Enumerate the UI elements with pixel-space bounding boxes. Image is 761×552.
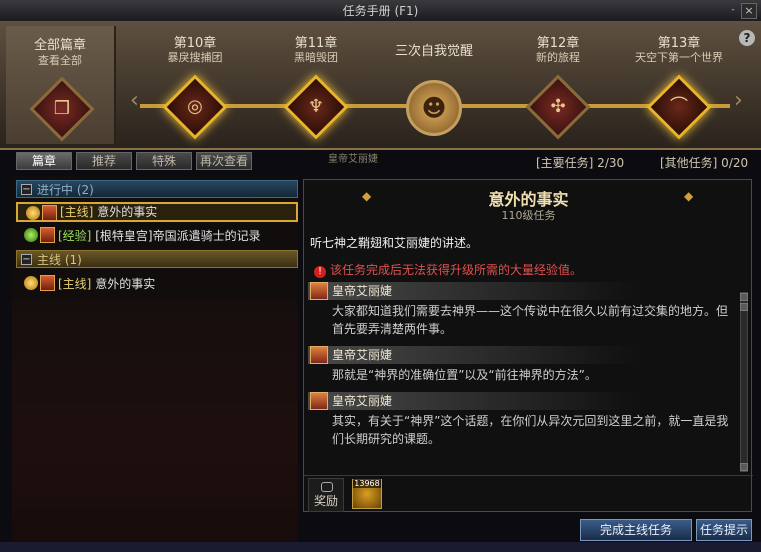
header-overlay-text: 皇帝艾丽婕 [328, 154, 378, 165]
quest-tag: [主线] [60, 205, 94, 219]
chapter-11-node[interactable]: ♆ [283, 74, 349, 140]
warning-text: 该任务完成后无法获得升级所需的大量经验值。 [330, 263, 583, 277]
dialog-text: 那就是“神界的准确位置”以及“前往神界的方法”。 [332, 368, 597, 382]
awakening-medal-icon[interactable]: ☻ [406, 80, 462, 136]
group-main[interactable]: − 主线 (1) [16, 250, 298, 268]
quest-level: 110级任务 [501, 209, 556, 222]
group-in-progress[interactable]: − 进行中 (2) [16, 180, 298, 198]
chapter-13-sub: 天空下第一个世界 [635, 51, 723, 64]
chapter-12-sub: 新的旅程 [536, 51, 580, 64]
chapter-13-node[interactable]: ⌒ [646, 74, 712, 140]
minimize-icon[interactable]: - [727, 3, 739, 19]
main-quest-count: [主要任务] 2/30 [536, 156, 625, 170]
warning-icon: ! [314, 266, 326, 278]
speaker-avatar [310, 392, 328, 410]
awakening-title: 三次自我觉醒 [394, 44, 473, 59]
chapter-12-icon: ✣ [550, 96, 566, 117]
reward-count: 13968 [353, 479, 381, 488]
quest-list-panel: − 进行中 (2) [主线] 意外的事实 [经验] [根特皇宫]帝国派遣骑士的记… [12, 176, 298, 542]
chapter-12-node[interactable]: ✣ [525, 74, 591, 140]
reward-gold-icon[interactable]: 13968 [352, 479, 382, 509]
chapter-bar: 全部篇章 查看全部 ❒ ‹ › 第10章 暴戾搜捕团 ◎ 第11章 黑暗毁团 ♆… [0, 22, 761, 150]
tab-recommended[interactable]: 推荐 [76, 152, 132, 170]
tab-special[interactable]: 特殊 [136, 152, 192, 170]
npc-portrait-icon [40, 227, 55, 243]
quest-type-icon [26, 206, 40, 220]
quest-row[interactable]: [主线] 意外的事实 [16, 274, 298, 294]
prev-chapter-arrow-icon[interactable]: ‹ [130, 88, 139, 113]
quest-handbook-window: 任务手册 (F1) - × 全部篇章 查看全部 ❒ ‹ › 第10章 暴戾搜捕团… [0, 0, 761, 552]
reward-bar: 奖励 13968 [304, 475, 753, 513]
next-chapter-arrow-icon[interactable]: › [734, 88, 743, 113]
dialog-speaker: 皇帝艾丽婕 [308, 282, 638, 300]
chapter-11-icon: ♆ [307, 96, 325, 117]
close-button[interactable]: × [741, 3, 757, 19]
scroll-down-icon[interactable] [740, 463, 748, 471]
all-chapters-sub: 查看全部 [38, 54, 82, 67]
dialog-scrollbar[interactable] [740, 292, 748, 472]
dialog-text: 大家都知道我们需要去神界——这个传说中在很久以前有过交集的地方。但首先要弄清楚两… [332, 304, 729, 336]
help-icon[interactable]: ? [739, 30, 755, 46]
quest-name: 意外的事实 [97, 205, 158, 219]
quest-warning: ! 该任务完成后无法获得升级所需的大量经验值。 [314, 261, 582, 278]
reward-label: 奖励 [313, 494, 338, 508]
group-main-label: 主线 (1) [37, 253, 82, 267]
quest-type-icon [24, 228, 38, 242]
reward-chest-icon [321, 482, 333, 492]
speaker-avatar [310, 282, 328, 300]
dialog-speaker: 皇帝艾丽婕 [308, 346, 638, 364]
scroll-icon: ❒ [29, 76, 95, 142]
quest-tag: [主线] [58, 277, 92, 291]
chapter-10-icon: ◎ [187, 96, 203, 117]
dialog-text: 其实，有关于“神界”这个话题，在你们从异次元回到这里之前，就一直是我们长期研究的… [332, 414, 729, 446]
quest-row-selected[interactable]: [主线] 意外的事实 [16, 202, 298, 222]
npc-portrait-icon [40, 275, 55, 291]
tab-chapters[interactable]: 篇章 [16, 152, 72, 170]
quest-detail-panel: ◆ ◆ 意外的事实 110级任务 听七神之鞘翅和艾丽婕的讲述。 ! 该任务完成后无… [303, 179, 753, 513]
dialog-list: 皇帝艾丽婕 大家都知道我们需要去神界——这个传说中在很久以前有过交集的地方。但首… [308, 282, 740, 470]
collapse-icon[interactable]: − [21, 254, 32, 265]
collapse-icon[interactable]: − [21, 184, 32, 195]
quest-name: [根特皇宫]帝国派遣骑士的记录 [95, 229, 261, 243]
quest-hint-button[interactable]: 任务提示 [696, 519, 752, 541]
other-quest-count: [其他任务] 0/20 [660, 156, 749, 170]
npc-portrait-icon [42, 205, 57, 221]
scroll-up-icon[interactable] [740, 293, 748, 301]
quest-description: 听七神之鞘翅和艾丽婕的讲述。 [310, 236, 479, 250]
window-title: 任务手册 (F1) [342, 4, 419, 18]
chapter-10-node[interactable]: ◎ [162, 74, 228, 140]
chapter-11-sub: 黑暗毁团 [294, 51, 338, 64]
quest-row[interactable]: [经验] [根特皇宫]帝国派遣骑士的记录 [16, 226, 298, 246]
chapter-13-icon: ⌒ [670, 96, 688, 117]
quest-name: 意外的事实 [95, 277, 156, 291]
complete-main-quest-button[interactable]: 完成主线任务 [580, 519, 692, 541]
tab-review[interactable]: 再次查看 [196, 152, 252, 170]
reward-label-box: 奖励 [308, 478, 344, 512]
group-in-progress-label: 进行中 (2) [37, 183, 94, 197]
quest-tag: [经验] [58, 229, 92, 243]
dialog-speaker: 皇帝艾丽婕 [308, 392, 638, 410]
all-chapters-label: 全部篇章 [33, 38, 86, 53]
chapter-10-sub: 暴戾搜捕团 [167, 51, 223, 64]
speaker-avatar [310, 346, 328, 364]
quest-type-icon [24, 276, 38, 290]
all-chapters-button[interactable]: 全部篇章 查看全部 ❒ [6, 26, 116, 144]
scroll-thumb[interactable] [740, 303, 748, 311]
bottom-strip [0, 542, 761, 552]
title-bar: 任务手册 (F1) - × [0, 0, 761, 22]
